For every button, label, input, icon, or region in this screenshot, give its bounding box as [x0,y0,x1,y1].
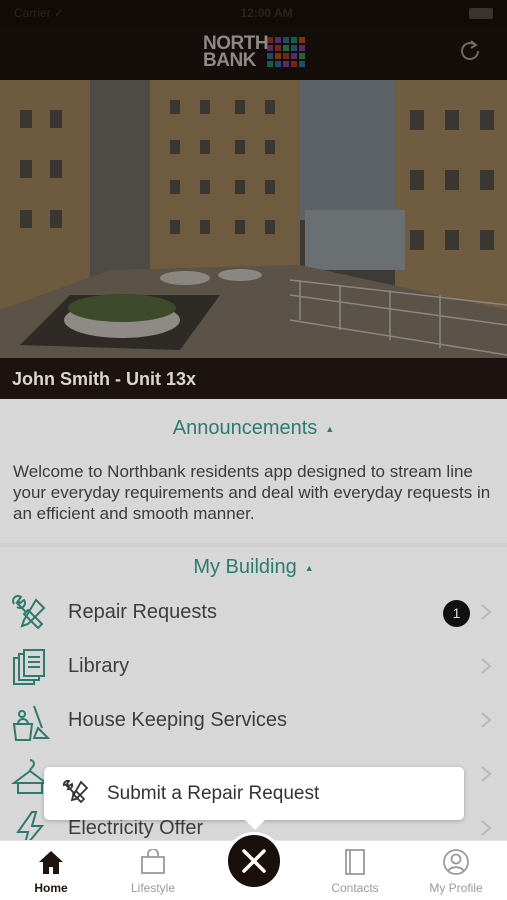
announcement-text: Welcome to Northbank residents app desig… [13,462,491,523]
chevron-right-icon [481,766,492,782]
home-icon [39,851,63,874]
chevron-right-icon [481,712,492,728]
chevron-right-icon [481,604,492,620]
tab-label: My Profile [429,881,483,895]
section-divider [0,543,507,547]
my-building-header[interactable]: My Building ▲ [0,556,507,579]
tab-label: Lifestyle [130,881,176,895]
repair-tools-icon [12,595,46,630]
notification-badge: 1 [443,600,470,627]
list-item-label: Repair Requests [68,601,217,623]
tab-home[interactable]: Home [1,849,101,895]
submit-repair-label: Submit a Repair Request [107,783,320,804]
list-item-label: Library [68,655,130,677]
my-building-title: My Building [193,556,297,578]
popup-pointer [245,820,265,830]
tab-my-profile[interactable]: My Profile [406,849,506,895]
tab-lifestyle[interactable]: Lifestyle [103,849,203,895]
close-menu-button[interactable] [225,832,283,890]
resident-name-unit: John Smith - Unit 13x [0,358,507,399]
submit-repair-popup[interactable]: Submit a Repair Request [44,767,464,830]
collapse-caret-icon: ▲ [325,423,335,434]
logo-line-bank: BANK [203,50,256,71]
profile-icon [443,849,469,875]
tab-contacts[interactable]: Contacts [305,849,405,895]
shopping-bag-icon [141,849,165,874]
chevron-right-icon [481,820,492,836]
logo-wordmark: NORTH BANK [203,34,269,71]
housekeeping-icon [12,705,50,741]
refresh-icon[interactable] [456,37,484,65]
announcements-header[interactable]: Announcements ▲ [0,417,507,440]
status-time: 12:00 AM [240,6,293,20]
library-icon [13,649,45,685]
status-carrier: Carrier ✓ [14,6,65,20]
list-item-label: House Keeping Services [68,709,288,731]
announcements-title: Announcements [172,417,318,439]
list-item-library[interactable]: Library [0,640,507,694]
list-item-repair-requests[interactable]: Repair Requests 1 [0,586,507,640]
tab-label: Contacts [331,881,379,895]
battery-icon [469,7,493,19]
tab-label: Home [34,881,68,895]
logo-grid-mark [267,37,305,67]
building-photo [0,80,507,358]
list-item-label: Electricity Offer [68,817,204,839]
collapse-caret-icon: ▲ [304,562,314,573]
close-icon [242,849,266,873]
northbank-logo: NORTH BANK [203,34,307,71]
status-bar: Carrier ✓ 12:00 AM [0,0,507,26]
top-bar: NORTH BANK [0,26,507,80]
contacts-book-icon [345,849,365,875]
chevron-right-icon [481,658,492,674]
repair-tools-icon [62,779,89,804]
list-item-house-keeping[interactable]: House Keeping Services [0,694,507,748]
